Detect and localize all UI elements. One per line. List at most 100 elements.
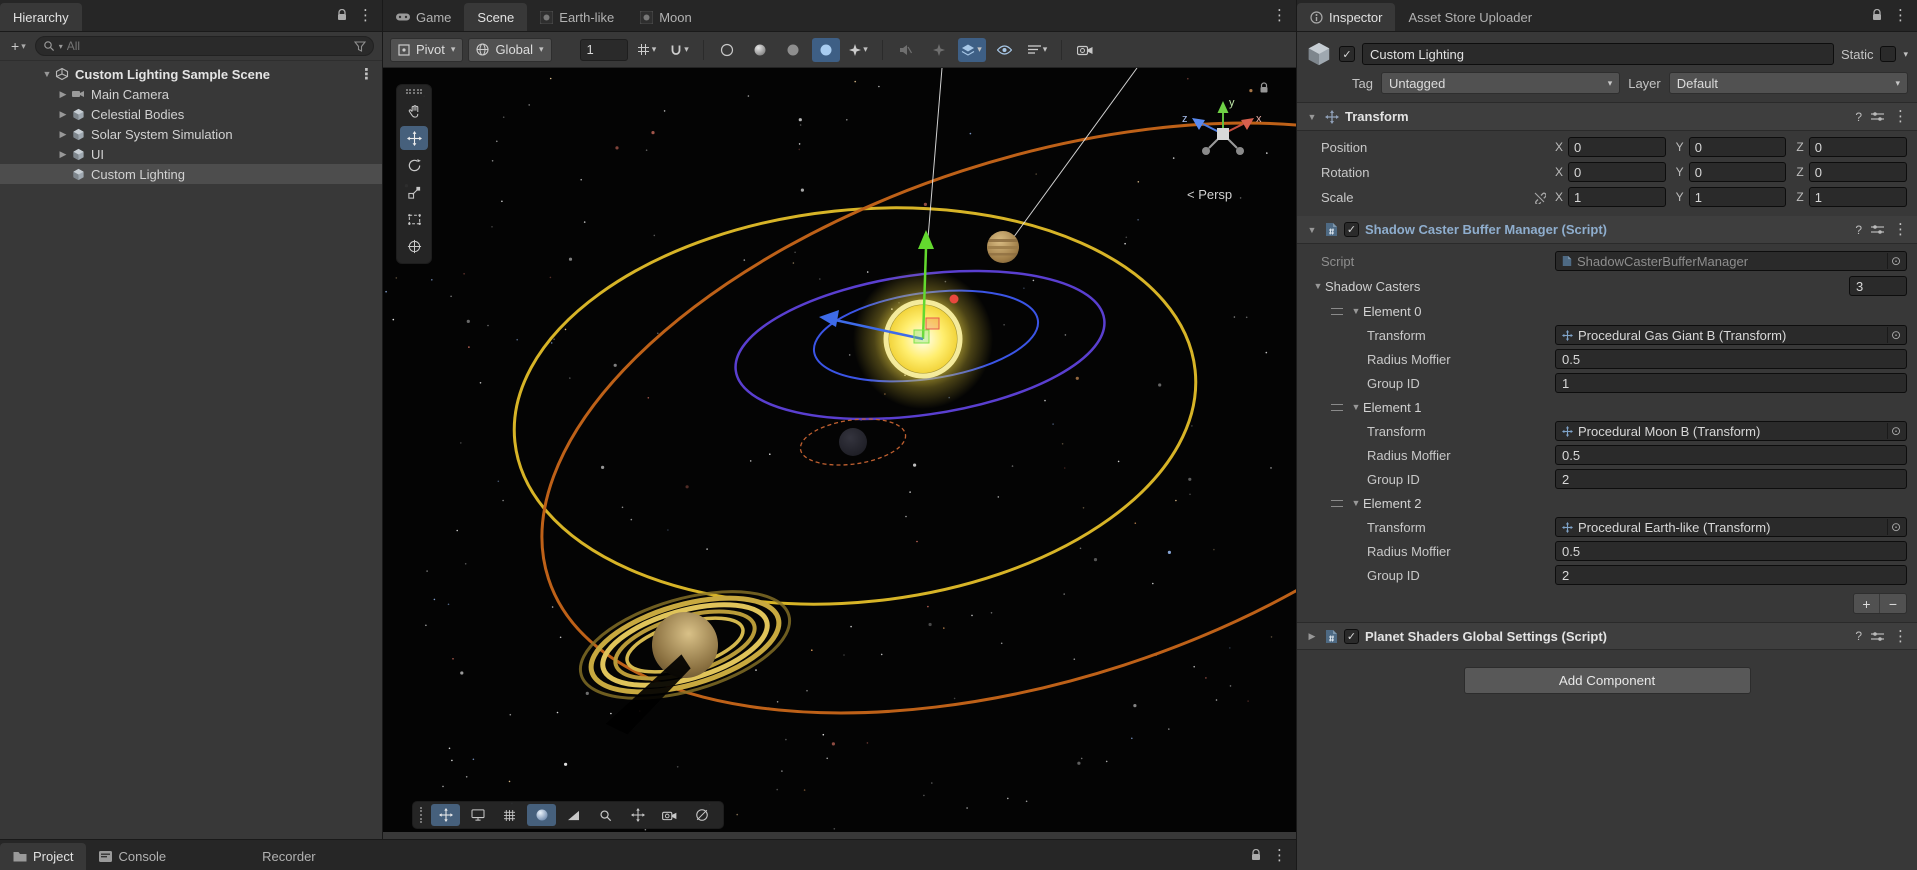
shadow-caster-component-header[interactable]: ▼ ✓ Shadow Caster Buffer Manager (Script… xyxy=(1297,216,1917,244)
scale-tool-button[interactable] xyxy=(400,180,428,204)
script-object-field[interactable]: ShadowCasterBufferManager ⊙ xyxy=(1555,251,1907,271)
preset-icon[interactable] xyxy=(1871,224,1884,235)
hierarchy-search-box[interactable]: ▾ xyxy=(35,36,374,56)
tab-game[interactable]: Game xyxy=(383,3,464,31)
foldout-open-icon[interactable]: ▼ xyxy=(1349,498,1363,508)
lighting-toggle-button[interactable] xyxy=(746,38,774,62)
group-id-field[interactable] xyxy=(1555,373,1907,393)
add-element-button[interactable]: + xyxy=(1854,594,1880,613)
object-picker-icon[interactable]: ⊙ xyxy=(1887,423,1904,439)
help-icon[interactable]: ? xyxy=(1855,629,1862,643)
lock-icon[interactable] xyxy=(336,9,348,22)
foldout-open-icon[interactable]: ▼ xyxy=(40,69,54,79)
rotate-tool-button[interactable] xyxy=(400,153,428,177)
effects-toggle-button[interactable] xyxy=(812,38,840,62)
position-z-field[interactable] xyxy=(1809,137,1907,157)
shading-overlay-button[interactable] xyxy=(527,804,556,826)
create-object-button[interactable]: + ▾ xyxy=(8,38,29,54)
hierarchy-menu-kebab-icon[interactable]: ⋮ xyxy=(358,8,373,23)
object-picker-icon[interactable]: ⊙ xyxy=(1887,519,1904,535)
foldout-closed-icon[interactable]: ▶ xyxy=(56,129,70,140)
gizmo-lock-icon[interactable] xyxy=(1261,83,1268,93)
foldout-closed-icon[interactable]: ▶ xyxy=(56,149,70,160)
inspector-menu-kebab-icon[interactable]: ⋮ xyxy=(1893,8,1908,23)
rotation-y-field[interactable] xyxy=(1689,162,1787,182)
foldout-closed-icon[interactable]: ▶ xyxy=(1305,631,1319,642)
bottom-menu-kebab-icon[interactable]: ⋮ xyxy=(1272,848,1287,863)
tag-dropdown[interactable]: Untagged ▾ xyxy=(1381,72,1620,94)
grid-visibility-dropdown[interactable]: ▾ xyxy=(633,38,661,62)
hierarchy-item-ui[interactable]: ▶ UI xyxy=(0,144,382,164)
view-options-overlay-button[interactable] xyxy=(463,804,492,826)
audio-mute-button[interactable] xyxy=(892,38,920,62)
tab-inspector[interactable]: Inspector xyxy=(1297,3,1395,31)
shading-mode-button[interactable] xyxy=(713,38,741,62)
scene-viewport[interactable]: y x z < Persp xyxy=(383,68,1296,832)
camera-overlay-button[interactable] xyxy=(655,804,684,826)
foldout-open-icon[interactable]: ▼ xyxy=(1305,225,1319,235)
tab-project[interactable]: Project xyxy=(0,843,86,870)
gizmo-visibility-overlay-button[interactable] xyxy=(687,804,716,826)
gameobject-cube-icon[interactable] xyxy=(1306,41,1332,67)
component-menu-kebab-icon[interactable]: ⋮ xyxy=(1893,109,1908,124)
component-menu-kebab-icon[interactable]: ⋮ xyxy=(1893,222,1908,237)
lock-icon[interactable] xyxy=(1871,9,1883,22)
ringed-planet-object[interactable] xyxy=(569,571,809,742)
transform-object-field[interactable]: Procedural Moon B (Transform) ⊙ xyxy=(1555,421,1907,441)
foldout-closed-icon[interactable]: ▶ xyxy=(56,109,70,120)
active-checkbox[interactable]: ✓ xyxy=(1339,46,1355,62)
scale-z-field[interactable] xyxy=(1809,187,1907,207)
static-flags-chevron-icon[interactable]: ▾ xyxy=(1903,49,1908,60)
scene-header-row[interactable]: ▼ Custom Lighting Sample Scene ⋮ xyxy=(0,64,382,84)
layer-dropdown[interactable]: Default ▾ xyxy=(1669,72,1908,94)
orientation-dropdown[interactable]: Global ▾ xyxy=(468,38,551,62)
scale-y-field[interactable] xyxy=(1689,187,1787,207)
grid-size-field[interactable] xyxy=(580,39,628,61)
particles-toggle-button[interactable] xyxy=(925,38,953,62)
tab-asset-store-uploader[interactable]: Asset Store Uploader xyxy=(1395,3,1545,31)
hierarchy-search-input[interactable] xyxy=(67,39,350,53)
audio-toggle-button[interactable] xyxy=(779,38,807,62)
grid-overlay-button[interactable] xyxy=(495,804,524,826)
scale-x-field[interactable] xyxy=(1568,187,1666,207)
array-size-field[interactable] xyxy=(1849,276,1907,296)
help-icon[interactable]: ? xyxy=(1855,110,1862,124)
component-enabled-checkbox[interactable]: ✓ xyxy=(1344,222,1359,237)
rect-tool-button[interactable] xyxy=(400,207,428,231)
search-overlay-button[interactable] xyxy=(591,804,620,826)
gas-giant-object[interactable] xyxy=(987,231,1019,263)
search-filter-chevron-icon[interactable]: ▾ xyxy=(59,42,63,51)
foldout-open-icon[interactable]: ▼ xyxy=(1349,306,1363,316)
scene-camera-settings-button[interactable] xyxy=(1071,38,1099,62)
object-picker-icon[interactable]: ⊙ xyxy=(1887,327,1904,343)
tab-scene[interactable]: Scene xyxy=(464,3,527,31)
moon-object[interactable] xyxy=(839,428,867,456)
group-id-field[interactable] xyxy=(1555,469,1907,489)
help-icon[interactable]: ? xyxy=(1855,223,1862,237)
radius-moffier-field[interactable] xyxy=(1555,541,1907,561)
element-1-header[interactable]: ▼ Element 1 xyxy=(1297,396,1917,418)
paint-overlay-button[interactable] xyxy=(559,804,588,826)
hierarchy-item-main-camera[interactable]: ▶ Main Camera xyxy=(0,84,382,104)
rotation-z-field[interactable] xyxy=(1809,162,1907,182)
tab-recorder[interactable]: Recorder xyxy=(249,843,328,870)
foldout-open-icon[interactable]: ▼ xyxy=(1349,402,1363,412)
preset-icon[interactable] xyxy=(1871,111,1884,122)
component-sort-dropdown[interactable]: ▾ xyxy=(1024,38,1052,62)
transform-component-header[interactable]: ▼ Transform ? ⋮ xyxy=(1297,103,1917,131)
hand-tool-button[interactable] xyxy=(400,99,428,123)
tab-console[interactable]: Console xyxy=(86,843,179,870)
foldout-closed-icon[interactable]: ▶ xyxy=(56,89,70,100)
static-checkbox[interactable] xyxy=(1880,46,1896,62)
group-id-field[interactable] xyxy=(1555,565,1907,585)
pivot-dropdown[interactable]: Pivot ▾ xyxy=(390,38,463,62)
scene-picking-button[interactable] xyxy=(991,38,1019,62)
transform-object-field[interactable]: Procedural Earth-like (Transform) ⊙ xyxy=(1555,517,1907,537)
add-component-button[interactable]: Add Component xyxy=(1464,667,1751,694)
position-x-field[interactable] xyxy=(1568,137,1666,157)
transform-object-field[interactable]: Procedural Gas Giant B (Transform) ⊙ xyxy=(1555,325,1907,345)
drag-handle-icon[interactable] xyxy=(1331,308,1343,315)
remove-element-button[interactable]: − xyxy=(1880,594,1906,613)
constrain-proportions-icon[interactable] xyxy=(1533,191,1546,204)
foldout-open-icon[interactable]: ▼ xyxy=(1305,112,1319,122)
